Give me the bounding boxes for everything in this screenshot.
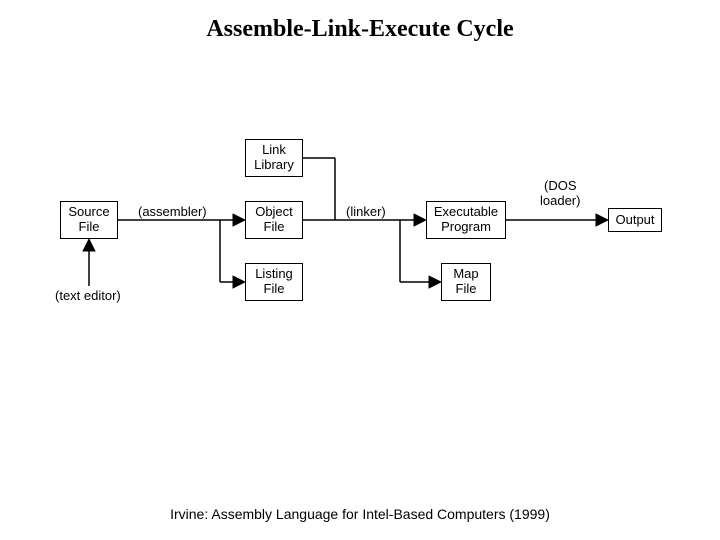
label-assembler: (assembler): [138, 204, 207, 219]
footer-citation: Irvine: Assembly Language for Intel-Base…: [0, 506, 720, 522]
node-text: File: [79, 219, 100, 234]
node-text: Output: [615, 213, 654, 228]
label-dos-loader-2: loader): [540, 193, 580, 208]
node-executable-program: Executable Program: [426, 201, 506, 239]
node-source-file: Source File: [60, 201, 118, 239]
node-text: Link: [262, 142, 286, 157]
diagram-stage: Assemble-Link-Execute Cycle Source File …: [0, 0, 720, 540]
node-text: Program: [441, 219, 491, 234]
node-text: File: [264, 281, 285, 296]
node-text: Object: [255, 204, 293, 219]
node-text: Listing: [255, 266, 293, 281]
node-map-file: Map File: [441, 263, 491, 301]
node-text: Source: [68, 204, 109, 219]
node-listing-file: Listing File: [245, 263, 303, 301]
node-link-library: Link Library: [245, 139, 303, 177]
label-dos-loader-1: (DOS: [544, 178, 577, 193]
node-text: File: [456, 281, 477, 296]
node-text: Map: [453, 266, 478, 281]
connectors: [0, 0, 720, 540]
label-text-editor: (text editor): [55, 288, 121, 303]
node-output: Output: [608, 208, 662, 232]
label-linker: (linker): [346, 204, 386, 219]
node-text: Library: [254, 157, 294, 172]
node-object-file: Object File: [245, 201, 303, 239]
page-title: Assemble-Link-Execute Cycle: [0, 16, 720, 43]
node-text: File: [264, 219, 285, 234]
node-text: Executable: [434, 204, 498, 219]
